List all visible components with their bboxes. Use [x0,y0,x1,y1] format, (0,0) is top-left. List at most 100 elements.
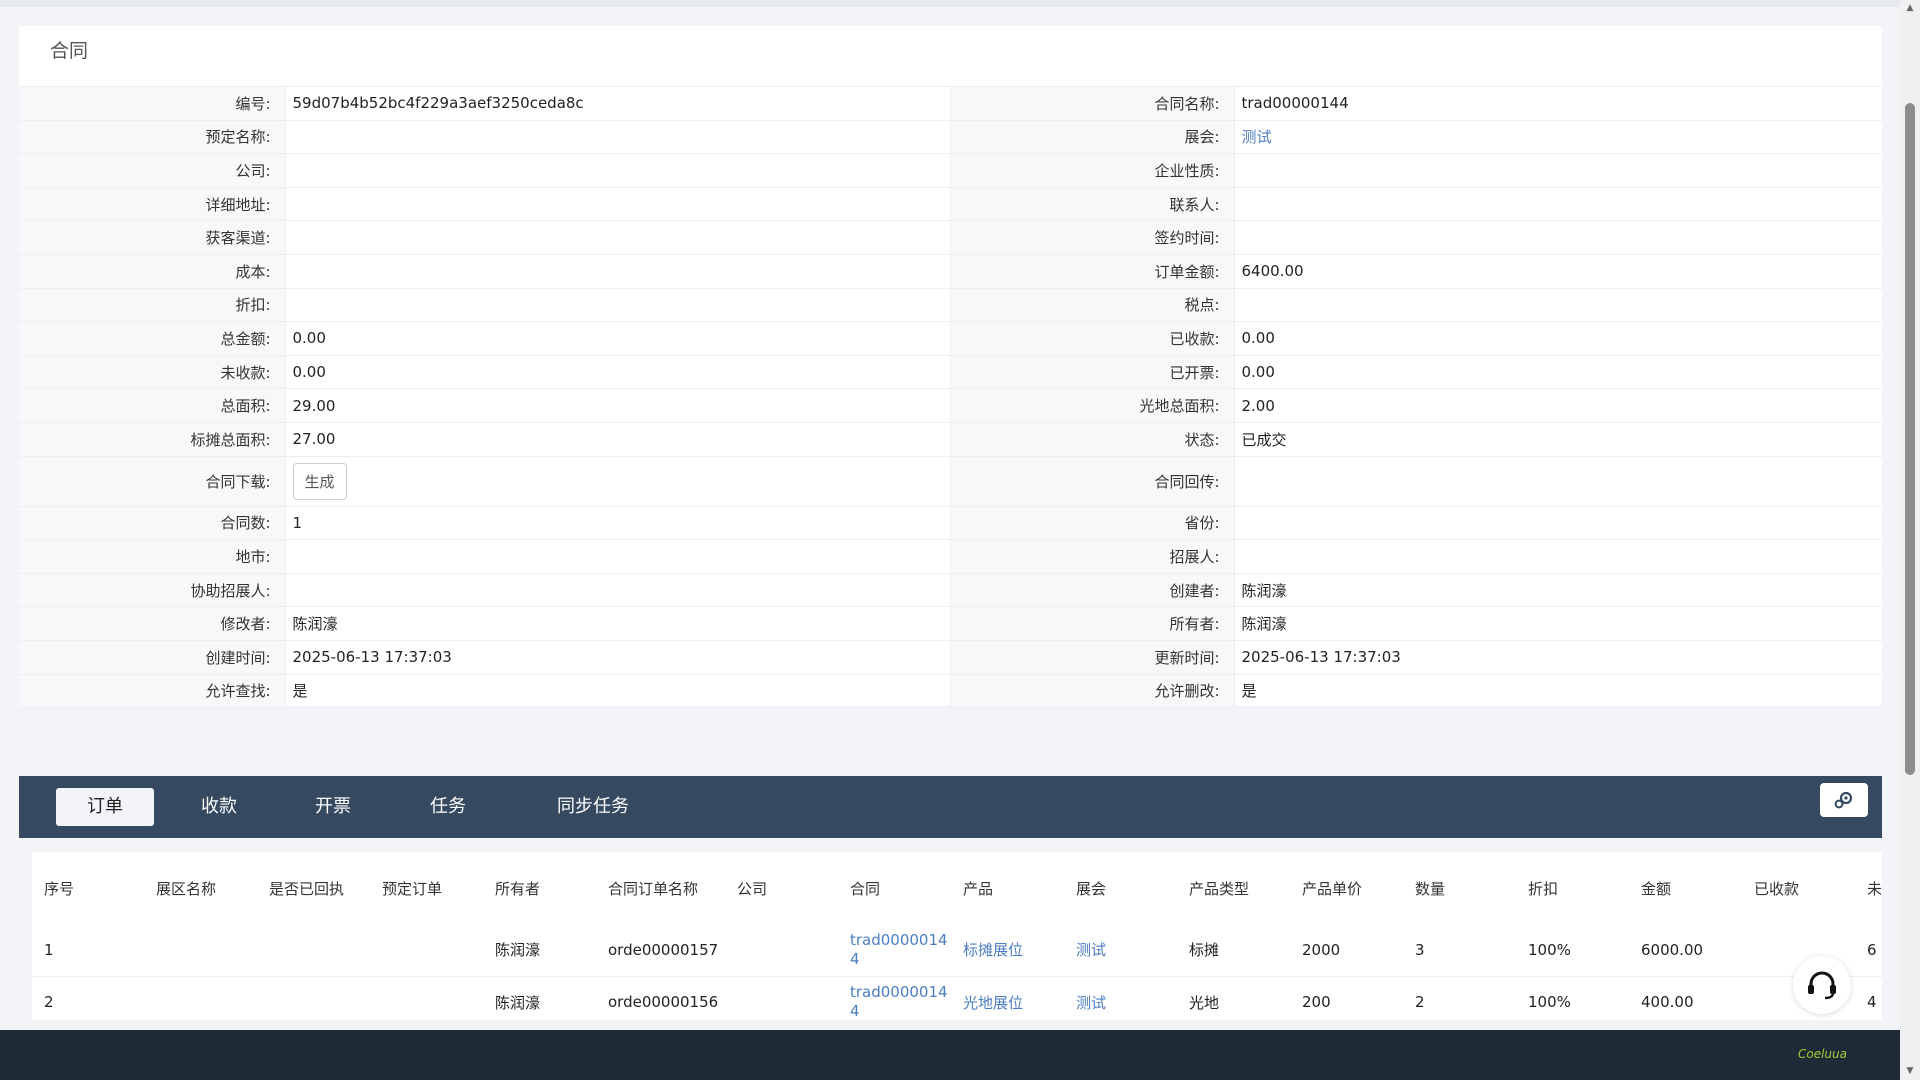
column-header: 产品单价 [1302,879,1363,898]
generate-contract-button[interactable]: 生成 [292,462,347,500]
tab-invoices[interactable]: 开票 [284,788,382,826]
field-label: 合同下载: [19,455,285,507]
field-value-text: 2.00 [1241,396,1275,415]
scroll-up-arrow-icon[interactable]: ▲ [1905,3,1915,13]
table-cell [370,976,483,1020]
field-label: 预定名称: [19,119,285,154]
field-value: 0.00 [284,354,950,389]
field-label: 详细地址: [19,186,285,221]
field-value: 生成 [284,455,950,507]
field-label: 合同回传: [949,455,1234,507]
detail-row: 公司: 企业性质: [19,153,1882,188]
table-cell: 2 [32,976,144,1020]
table-cell [144,924,257,977]
table-cell: trad00000144 [838,924,951,977]
tab-sync-tasks[interactable]: 同步任务 [525,788,661,826]
field-label: 未收款: [19,354,285,389]
field-label: 已收款: [949,321,1234,356]
field-label: 创建者: [949,572,1234,607]
customer-support-button[interactable] [1793,956,1851,1014]
contract-link[interactable]: trad00000144 [850,931,948,968]
table-cell: 1 [32,924,144,977]
table-cell: 400.00 [1629,976,1742,1020]
table-cell: orde00000156 [596,976,725,1020]
field-value [1233,220,1882,255]
field-label: 创建时间: [19,639,285,674]
table-cell: 2 [1403,976,1516,1020]
field-value-text: 2025-06-13 17:37:03 [292,648,452,667]
card-title: 合同 [50,40,89,62]
table-cell: 3 [1403,924,1516,977]
field-value: 是 [284,673,950,709]
field-value: 0.00 [284,321,950,356]
field-label: 总面积: [19,388,285,423]
table-cell: 标摊展位 [951,924,1064,977]
field-label: 更新时间: [949,639,1234,674]
field-value: trad00000144 [1233,86,1882,121]
field-label: 状态: [949,421,1234,457]
field-value-text: 1 [292,513,303,532]
expo-link[interactable]: 测试 [1076,994,1106,1012]
detail-row: 总面积: 29.00 光地总面积: 2.00 [19,388,1882,423]
table-cell: 100% [1516,924,1629,977]
detail-row: 修改者: 陈润濠 所有者: 陈润濠 [19,606,1882,641]
table-cell: 光地 [1177,976,1290,1020]
table-cell: 6 [1855,924,1882,977]
field-value [1233,505,1882,540]
field-label: 合同名称: [949,86,1234,121]
field-value-text: 是 [292,682,308,701]
field-value-text: 陈润濠 [292,615,338,634]
field-value: 1 [284,505,950,540]
field-label: 允许查找: [19,673,285,709]
field-value-text: 0.00 [1241,363,1275,382]
detail-row: 标摊总面积: 27.00 状态: 已成交 [19,421,1882,457]
table-row[interactable]: 1 陈润濠 orde00000157 trad00000144 标摊展位 测试 标摊 2000… [32,924,1882,977]
column-header: 合同订单名称 [608,879,699,898]
detail-row: 总金额: 0.00 已收款: 0.00 [19,321,1882,356]
detail-row: 合同下载: 生成 合同回传: [19,455,1882,507]
field-value-text: 0.00 [292,329,326,348]
field-value [1233,455,1882,507]
field-value [1233,287,1882,322]
field-value: 2.00 [1233,388,1882,423]
table-cell [257,924,370,977]
field-value-text: 陈润濠 [1241,615,1287,634]
product-link[interactable]: 光地展位 [963,994,1023,1012]
detail-row: 折扣: 税点: [19,287,1882,322]
expo-link[interactable]: 测试 [1242,128,1272,146]
field-value [1233,539,1882,574]
field-value [284,119,950,154]
table-cell: 100% [1516,976,1629,1020]
field-label: 已开票: [949,354,1234,389]
settings-button[interactable] [1820,783,1868,817]
product-link[interactable]: 标摊展位 [963,941,1023,959]
column-header: 产品 [963,879,994,898]
scroll-thumb[interactable] [1905,103,1915,775]
field-value [284,287,950,322]
table-cell [144,976,257,1020]
tab-tasks[interactable]: 任务 [399,788,497,826]
field-value: 陈润濠 [284,606,950,641]
table-cell: orde00000157 [596,924,725,977]
field-label: 协助招展人: [19,572,285,607]
tab-orders[interactable]: 订单 [56,788,154,826]
column-header: 已收款 [1754,879,1800,898]
scroll-down-arrow-icon[interactable]: ▼ [1905,1066,1915,1076]
column-header: 产品类型 [1189,879,1250,898]
page-scrollbar[interactable]: ▲ ▼ [1900,0,1920,1080]
table-cell [725,976,838,1020]
contract-link[interactable]: trad00000144 [850,983,948,1020]
field-value: 陈润濠 [1233,606,1882,641]
tab-payments[interactable]: 收款 [170,788,268,826]
column-header: 所有者 [495,879,541,898]
detail-row: 合同数: 1 省份: [19,505,1882,540]
column-header: 预定订单 [382,879,443,898]
table-row[interactable]: 2 陈润濠 orde00000156 trad00000144 光地展位 测试 光地 200 2… [32,976,1882,1020]
field-value: 已成交 [1233,421,1882,457]
field-value: 27.00 [284,421,950,457]
field-value: 6400.00 [1233,253,1882,289]
field-value: 陈润濠 [1233,572,1882,607]
column-header: 合同 [850,879,881,898]
column-header: 金额 [1641,879,1672,898]
expo-link[interactable]: 测试 [1076,941,1106,959]
